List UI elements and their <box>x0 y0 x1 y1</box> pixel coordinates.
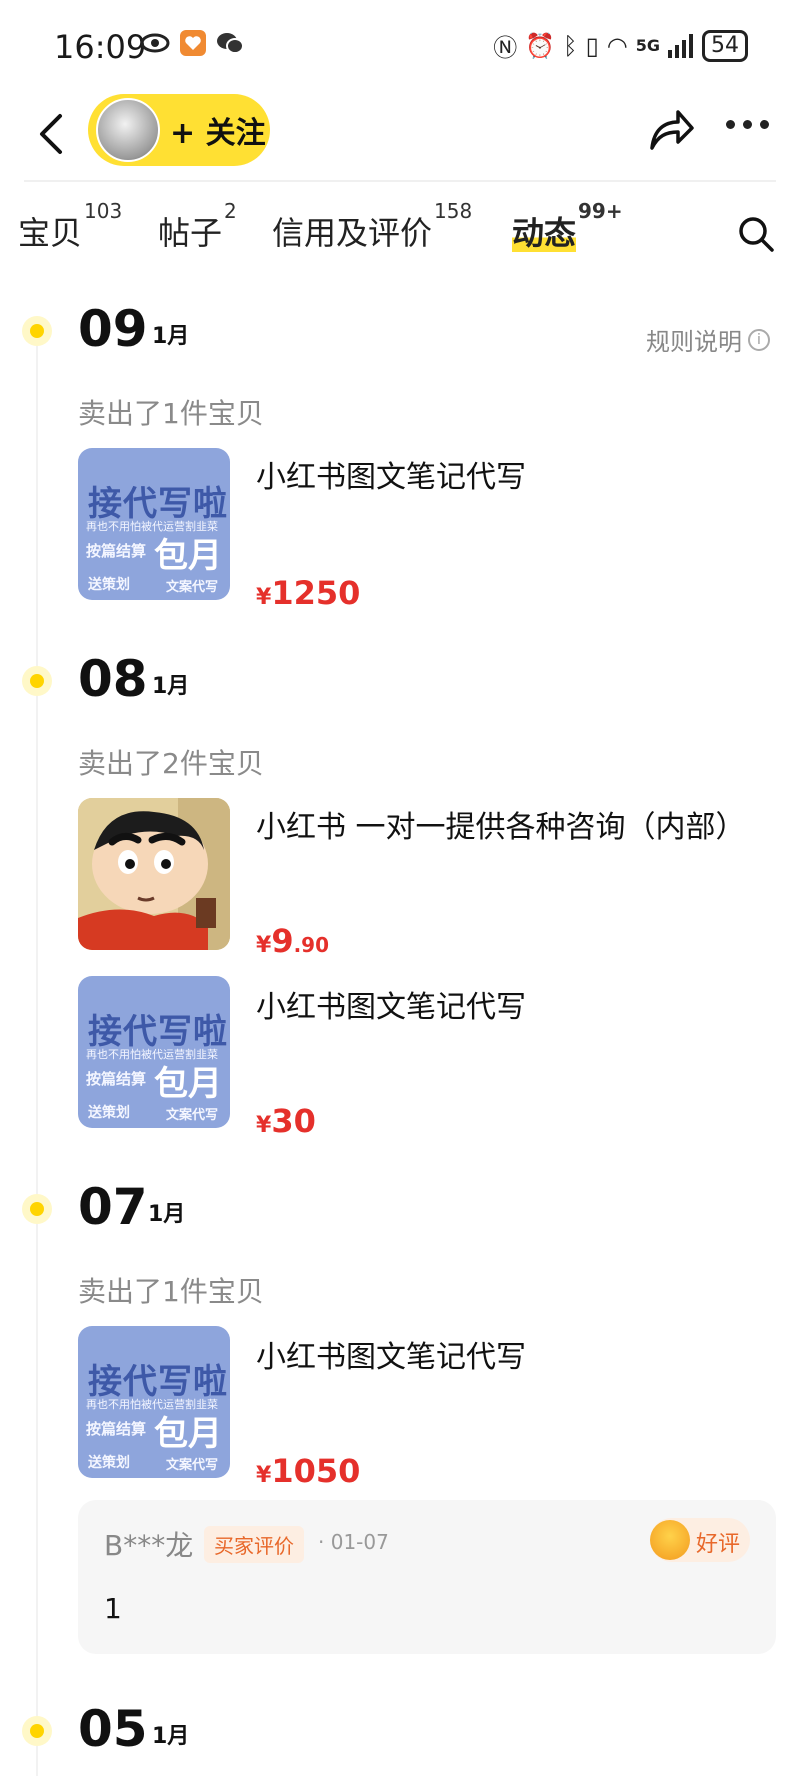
status-bar: 16:09 Ⓝ ⏰ ᛒ ▯ ◠ 5G 54 <box>0 0 800 96</box>
signal-icon <box>668 33 693 58</box>
tab-items[interactable]: 宝贝103 <box>18 199 122 254</box>
smiley-face-icon <box>650 1520 690 1560</box>
rating-label: 好评 <box>696 1532 741 1557</box>
reviewer-name: B***龙 <box>104 1529 194 1562</box>
timeline-line <box>36 320 38 1776</box>
cartoon-boy-image <box>78 798 230 950</box>
tab-items-label: 宝贝 <box>18 214 83 252</box>
item-thumbnail[interactable]: 接代写啦 再也不用怕被代运营割韭菜 按篇结算 包月 送策划 文案代写 <box>78 448 230 600</box>
follow-label: + 关注 <box>170 116 266 151</box>
wechat-icon <box>217 33 244 54</box>
status-app-icons <box>140 30 244 56</box>
timeline-month: 1月 <box>148 1202 186 1227</box>
back-arrow-icon[interactable] <box>30 104 74 164</box>
sold-summary: 卖出了2件宝贝 <box>78 747 264 780</box>
item-price: ¥1250 <box>256 574 361 612</box>
shop-tabs: 宝贝103 帖子2 信用及评价158 动态99+ <box>0 199 800 260</box>
nfc-icon: Ⓝ <box>493 34 518 62</box>
item-title[interactable]: 小红书图文笔记代写 <box>256 1332 526 1376</box>
network-label: 5G <box>635 36 660 55</box>
timeline-dot <box>22 316 52 346</box>
timeline-month: 1月 <box>152 674 190 699</box>
eye-icon <box>140 33 170 53</box>
tab-posts-label: 帖子 <box>158 214 223 252</box>
alarm-icon: ⏰ <box>525 31 556 60</box>
heart-app-icon <box>180 30 206 56</box>
tab-activity-label: 动态 <box>512 214 577 252</box>
item-price: ¥1050 <box>256 1452 361 1490</box>
timeline-dot <box>22 666 52 696</box>
shop-header: + 关注 <box>0 90 800 180</box>
avatar <box>96 98 160 162</box>
rules-link[interactable]: 规则说明 i <box>646 322 770 357</box>
timeline-dot <box>22 1716 52 1746</box>
timeline-month: 1月 <box>152 324 190 349</box>
item-thumbnail[interactable]: 接代写啦 再也不用怕被代运营割韭菜 按篇结算 包月 送策划 文案代写 <box>78 976 230 1128</box>
info-icon: i <box>748 328 770 351</box>
vibrate-icon: ▯ <box>585 31 599 60</box>
tab-activity-count: 99+ <box>578 199 623 224</box>
buyer-review-badge: 买家评价 <box>204 1526 304 1563</box>
item-price: ¥9.90 <box>256 922 330 960</box>
tab-credit-count: 158 <box>434 199 473 224</box>
tab-credit-reviews[interactable]: 信用及评价158 <box>272 199 472 254</box>
tab-posts-count: 2 <box>224 199 237 224</box>
header-divider <box>24 180 776 182</box>
timeline-day: 05 <box>78 1700 148 1758</box>
timeline-month: 1月 <box>152 1724 190 1749</box>
rules-label: 规则说明 <box>646 328 742 356</box>
battery-level: 54 <box>702 29 748 62</box>
status-system-icons: Ⓝ ⏰ ᛒ ▯ ◠ 5G 54 <box>493 28 748 63</box>
sold-summary: 卖出了1件宝贝 <box>78 397 264 430</box>
positive-rating-badge: 好评 <box>650 1518 750 1562</box>
item-title[interactable]: 小红书 一对一提供各种咨询（内部） <box>256 802 746 846</box>
tab-credit-label: 信用及评价 <box>272 214 433 252</box>
timeline-day: 09 <box>78 300 148 358</box>
bluetooth-icon: ᛒ <box>563 31 578 60</box>
item-thumbnail[interactable]: 接代写啦 再也不用怕被代运营割韭菜 按篇结算 包月 送策划 文案代写 <box>78 1326 230 1478</box>
timeline-day: 07 <box>78 1178 148 1236</box>
item-title[interactable]: 小红书图文笔记代写 <box>256 982 526 1026</box>
search-icon[interactable] <box>736 214 776 254</box>
status-time: 16:09 <box>54 28 147 66</box>
tab-posts[interactable]: 帖子2 <box>158 199 237 254</box>
item-price: ¥30 <box>256 1102 316 1140</box>
share-icon[interactable] <box>646 104 696 154</box>
item-title[interactable]: 小红书图文笔记代写 <box>256 452 526 496</box>
tab-activity[interactable]: 动态99+ <box>512 199 623 254</box>
tab-items-count: 103 <box>84 199 123 224</box>
review-content: 1 <box>104 1592 122 1625</box>
item-thumbnail[interactable] <box>78 798 230 950</box>
follow-button[interactable]: + 关注 <box>88 94 270 166</box>
wifi-icon: ◠ <box>606 31 628 60</box>
buyer-review-card[interactable]: B***龙 买家评价 · 01-07 好评 1 <box>78 1500 776 1654</box>
timeline-dot <box>22 1194 52 1224</box>
more-options-icon[interactable] <box>726 120 769 129</box>
review-date: · 01-07 <box>318 1530 389 1554</box>
timeline-day: 08 <box>78 650 148 708</box>
sold-summary: 卖出了1件宝贝 <box>78 1275 264 1308</box>
